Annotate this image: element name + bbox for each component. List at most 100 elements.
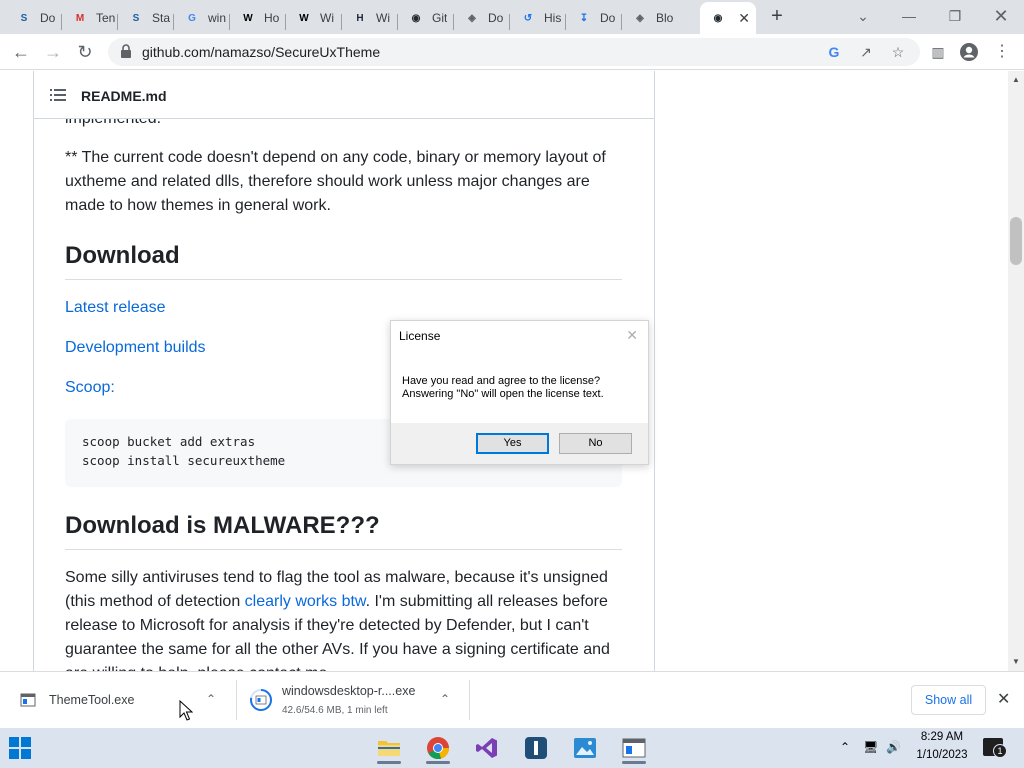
stack-overflow-icon: S — [20, 12, 28, 24]
wikihow-icon: W — [299, 12, 309, 24]
download-progress-ring-icon — [250, 689, 272, 711]
github-icon: ◉ — [411, 12, 421, 24]
close-window-button[interactable]: ✕ — [986, 4, 1016, 28]
minimize-button[interactable]: — — [894, 4, 924, 28]
profile-avatar-icon[interactable] — [959, 42, 979, 62]
browser-tab[interactable]: ↺ His — [510, 4, 566, 32]
address-bar[interactable]: github.com/namazso/SecureUxTheme G ↗ ☆ — [108, 38, 920, 66]
taskbar-file-explorer[interactable] — [371, 732, 407, 764]
clock-date[interactable]: 1/10/2023 — [912, 749, 972, 761]
reload-button[interactable]: ↻ — [72, 39, 98, 65]
visual-studio-icon — [476, 738, 497, 758]
browser-tab[interactable]: M Ten — [62, 4, 118, 32]
tab-title: Ho — [264, 11, 280, 25]
dialog-message-line: Have you read and agree to the license? — [402, 375, 601, 387]
browser-tab[interactable]: ◉ Git — [398, 4, 454, 32]
development-builds-link[interactable]: Development builds — [65, 339, 206, 357]
wikihow-icon: W — [243, 12, 253, 24]
share-icon[interactable]: ↗ — [856, 42, 876, 62]
download-icon: ↧ — [579, 12, 589, 24]
browser-tab[interactable]: ◉ ✕ — [700, 2, 756, 34]
tab-search-icon[interactable]: ⌄ — [848, 4, 878, 28]
download-filename: ThemeTool.exe — [49, 693, 135, 707]
github-icon: ◉ — [713, 12, 723, 24]
tab-title: Ten — [96, 11, 116, 25]
chevron-up-icon[interactable]: ⌃ — [206, 692, 216, 706]
active-indicator — [377, 761, 401, 764]
clock-time[interactable]: 8:29 AM — [916, 731, 968, 743]
start-button[interactable] — [2, 732, 38, 764]
notification-count-badge: 1 — [993, 744, 1007, 758]
show-all-button[interactable]: Show all — [911, 685, 986, 715]
yes-button[interactable]: Yes — [476, 433, 549, 454]
chevron-up-icon[interactable]: ⌃ — [440, 692, 450, 706]
tab-title: Wi — [376, 11, 390, 25]
dialog-titlebar[interactable]: License ✕ — [391, 321, 648, 351]
browser-tab[interactable]: ◈ Blo — [622, 4, 678, 32]
page-scrollbar[interactable]: ▲ ▼ — [1008, 71, 1024, 671]
windows-logo-icon — [9, 737, 31, 759]
active-indicator — [426, 761, 450, 764]
tab-title: Sta — [152, 11, 171, 25]
taskbar-photos[interactable] — [567, 732, 603, 764]
browser-tab[interactable]: ↧ Do — [566, 4, 622, 32]
tab-title: win — [208, 11, 227, 25]
clearly-works-link[interactable]: clearly works btw — [245, 593, 366, 610]
browser-tab[interactable]: H Wi — [342, 4, 398, 32]
browser-tab[interactable]: Gwin — [174, 4, 230, 32]
download-filename: windowsdesktop-r....exe — [282, 684, 416, 698]
volume-icon[interactable]: 🔊 — [886, 740, 901, 754]
browser-tab[interactable]: S Do — [6, 4, 62, 32]
mouse-cursor-icon — [179, 700, 193, 721]
browser-tab[interactable]: ◈ Do — [454, 4, 510, 32]
menu-kebab-icon[interactable]: ⋮ — [992, 42, 1012, 62]
browser-tab[interactable]: S Sta — [118, 4, 174, 32]
network-icon[interactable]: 🖥 — [863, 740, 878, 754]
heading-icon: H — [356, 12, 364, 24]
blue-app-icon — [525, 737, 547, 759]
tab-title: Do — [40, 11, 56, 25]
outline-list-icon[interactable] — [50, 88, 66, 102]
stack-overflow-icon: S — [132, 12, 140, 24]
taskbar-visual-studio[interactable] — [469, 732, 505, 764]
notification-center-icon[interactable]: 1 — [983, 738, 1007, 758]
scroll-up-arrow-icon[interactable]: ▲ — [1012, 75, 1020, 84]
new-tab-button[interactable]: + — [766, 6, 788, 28]
exe-file-icon — [20, 693, 36, 707]
google-translate-icon[interactable]: G — [824, 42, 844, 62]
show-hidden-icons-chevron-icon[interactable]: ⌃ — [840, 740, 850, 754]
close-downloads-icon[interactable]: ✕ — [997, 689, 1010, 709]
taskbar-app[interactable] — [518, 732, 554, 764]
side-panel-icon[interactable]: ▥ — [928, 42, 948, 62]
scroll-down-arrow-icon[interactable]: ▼ — [1012, 657, 1020, 666]
back-button[interactable]: ← — [8, 39, 34, 65]
restore-button[interactable]: ❐ — [940, 4, 970, 28]
chrome-icon — [427, 737, 449, 760]
dialog-message-area: Have you read and agree to the license? … — [391, 351, 648, 423]
google-icon: G — [188, 12, 196, 24]
download-item[interactable]: ThemeTool.exe ⌃ — [0, 672, 236, 728]
dialog-close-icon[interactable]: ✕ — [626, 327, 638, 344]
url-text: github.com/namazso/SecureUxTheme — [142, 44, 381, 60]
gmail-icon: M — [75, 12, 85, 24]
divider — [469, 680, 470, 720]
download-heading: Download — [65, 242, 622, 280]
scoop-link[interactable]: Scoop: — [65, 379, 115, 397]
globe-icon: ◈ — [468, 12, 476, 24]
latest-release-link[interactable]: Latest release — [65, 299, 166, 317]
browser-tab[interactable]: W Wi — [286, 4, 342, 32]
download-item[interactable]: windowsdesktop-r....exe 42.6/54.6 MB, 1 … — [237, 672, 469, 728]
close-tab-icon[interactable]: ✕ — [738, 10, 750, 27]
tab-title: Do — [488, 11, 504, 25]
note-paragraph: ** The current code doesn't depend on an… — [65, 149, 606, 214]
bookmark-star-icon[interactable]: ☆ — [888, 42, 908, 62]
tab-title: Blo — [656, 11, 674, 25]
taskbar-themetool[interactable] — [616, 732, 652, 764]
forward-button[interactable]: → — [40, 39, 66, 65]
tab-title: His — [544, 11, 562, 25]
no-button[interactable]: No — [559, 433, 632, 454]
scrollbar-thumb[interactable] — [1010, 217, 1022, 265]
browser-tab[interactable]: W Ho — [230, 4, 286, 32]
malware-heading: Download is MALWARE??? — [65, 512, 622, 550]
taskbar-chrome[interactable] — [420, 732, 456, 764]
